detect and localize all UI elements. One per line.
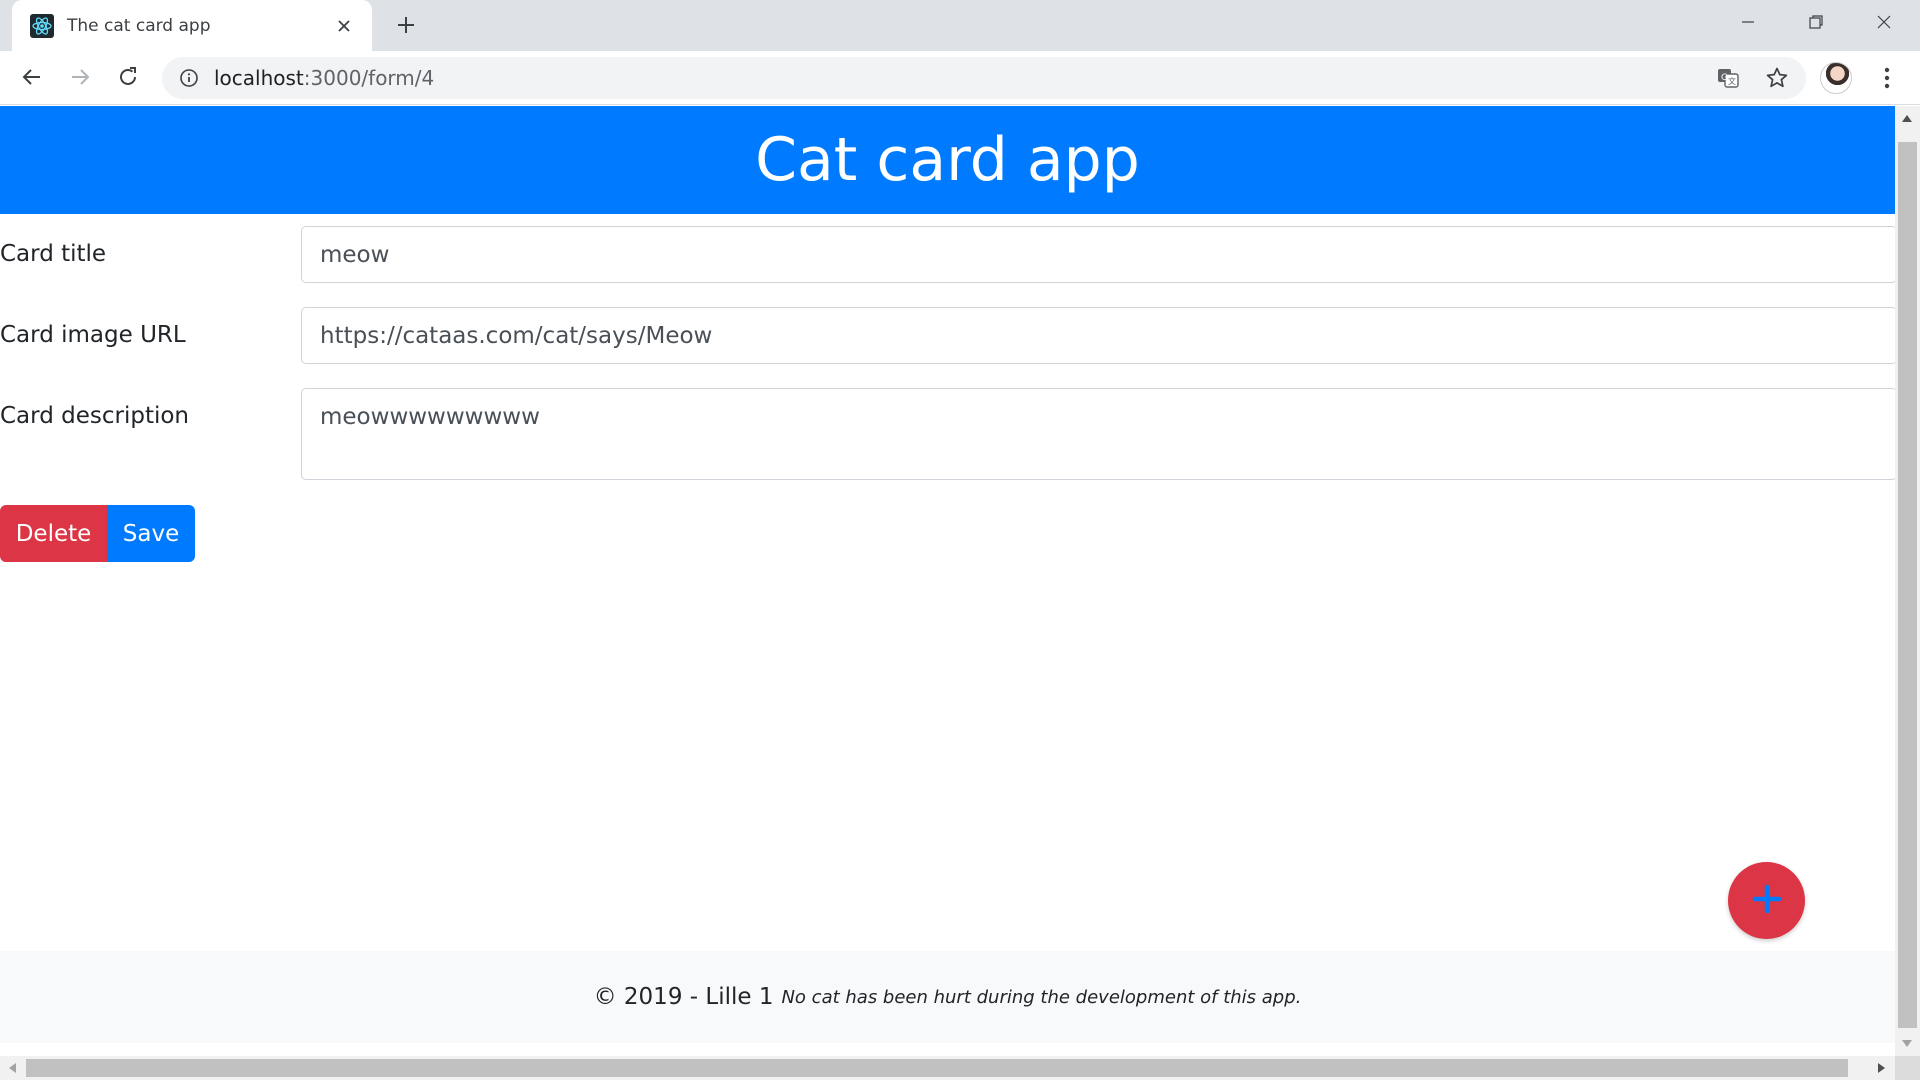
scroll-up-icon[interactable] (1897, 108, 1917, 128)
scroll-left-icon[interactable] (2, 1058, 22, 1078)
close-tab-icon[interactable] (330, 12, 358, 40)
footer-note: No cat has been hurt during the developm… (781, 986, 1302, 1008)
footer-copyright: © 2019 - Lille 1 (593, 984, 774, 1010)
tab-title: The cat card app (67, 15, 211, 36)
save-button[interactable]: Save (107, 505, 195, 562)
page-viewport: Cat card app Card title Card image URL C… (0, 106, 1895, 1056)
forward-arrow-icon[interactable] (62, 59, 98, 95)
window-close-icon[interactable] (1850, 0, 1918, 44)
add-card-button[interactable] (1728, 862, 1805, 939)
url-host: localhost (214, 66, 304, 90)
site-info-icon[interactable] (178, 67, 200, 89)
horizontal-scrollbar[interactable] (0, 1056, 1895, 1080)
react-favicon-icon (30, 13, 54, 38)
delete-button[interactable]: Delete (0, 505, 107, 562)
profile-avatar[interactable] (1820, 62, 1852, 94)
back-arrow-icon[interactable] (14, 59, 50, 95)
minimize-icon[interactable] (1714, 0, 1782, 44)
card-description-textarea[interactable]: meowwwwwwwww (301, 388, 1895, 480)
url-text[interactable]: localhost:3000/form/4 (214, 66, 434, 90)
page-title: Cat card app (755, 125, 1140, 195)
vertical-scroll-thumb[interactable] (1898, 142, 1917, 1028)
scroll-right-icon[interactable] (1872, 1058, 1892, 1078)
address-bar[interactable]: localhost:3000/form/4 G文 (162, 57, 1806, 99)
scroll-down-icon[interactable] (1897, 1034, 1917, 1054)
menu-dots-icon[interactable] (1870, 61, 1904, 95)
url-path: :3000/form/4 (303, 66, 435, 90)
browser-tab[interactable]: The cat card app (12, 0, 372, 51)
browser-tab-bar: The cat card app (0, 0, 1920, 51)
card-image-url-label: Card image URL (0, 322, 186, 348)
horizontal-scroll-thumb[interactable] (26, 1059, 1848, 1077)
plus-icon (1752, 884, 1782, 918)
svg-text:文: 文 (1728, 76, 1736, 86)
card-image-url-input[interactable] (301, 307, 1895, 364)
scrollbar-corner (1895, 1056, 1920, 1080)
vertical-scrollbar[interactable] (1895, 106, 1920, 1056)
app-header: Cat card app (0, 106, 1895, 214)
svg-text:G: G (1721, 73, 1728, 83)
translate-icon[interactable]: G文 (1711, 61, 1745, 95)
browser-toolbar: localhost:3000/form/4 G文 (0, 51, 1920, 105)
new-tab-icon[interactable] (390, 9, 422, 41)
reload-icon[interactable] (110, 59, 146, 95)
page-footer: © 2019 - Lille 1 No cat has been hurt du… (0, 951, 1895, 1043)
card-title-input[interactable] (301, 226, 1895, 283)
restore-icon[interactable] (1782, 0, 1850, 44)
card-title-label: Card title (0, 241, 107, 267)
card-description-label: Card description (0, 403, 189, 429)
bookmark-star-icon[interactable] (1760, 61, 1794, 95)
